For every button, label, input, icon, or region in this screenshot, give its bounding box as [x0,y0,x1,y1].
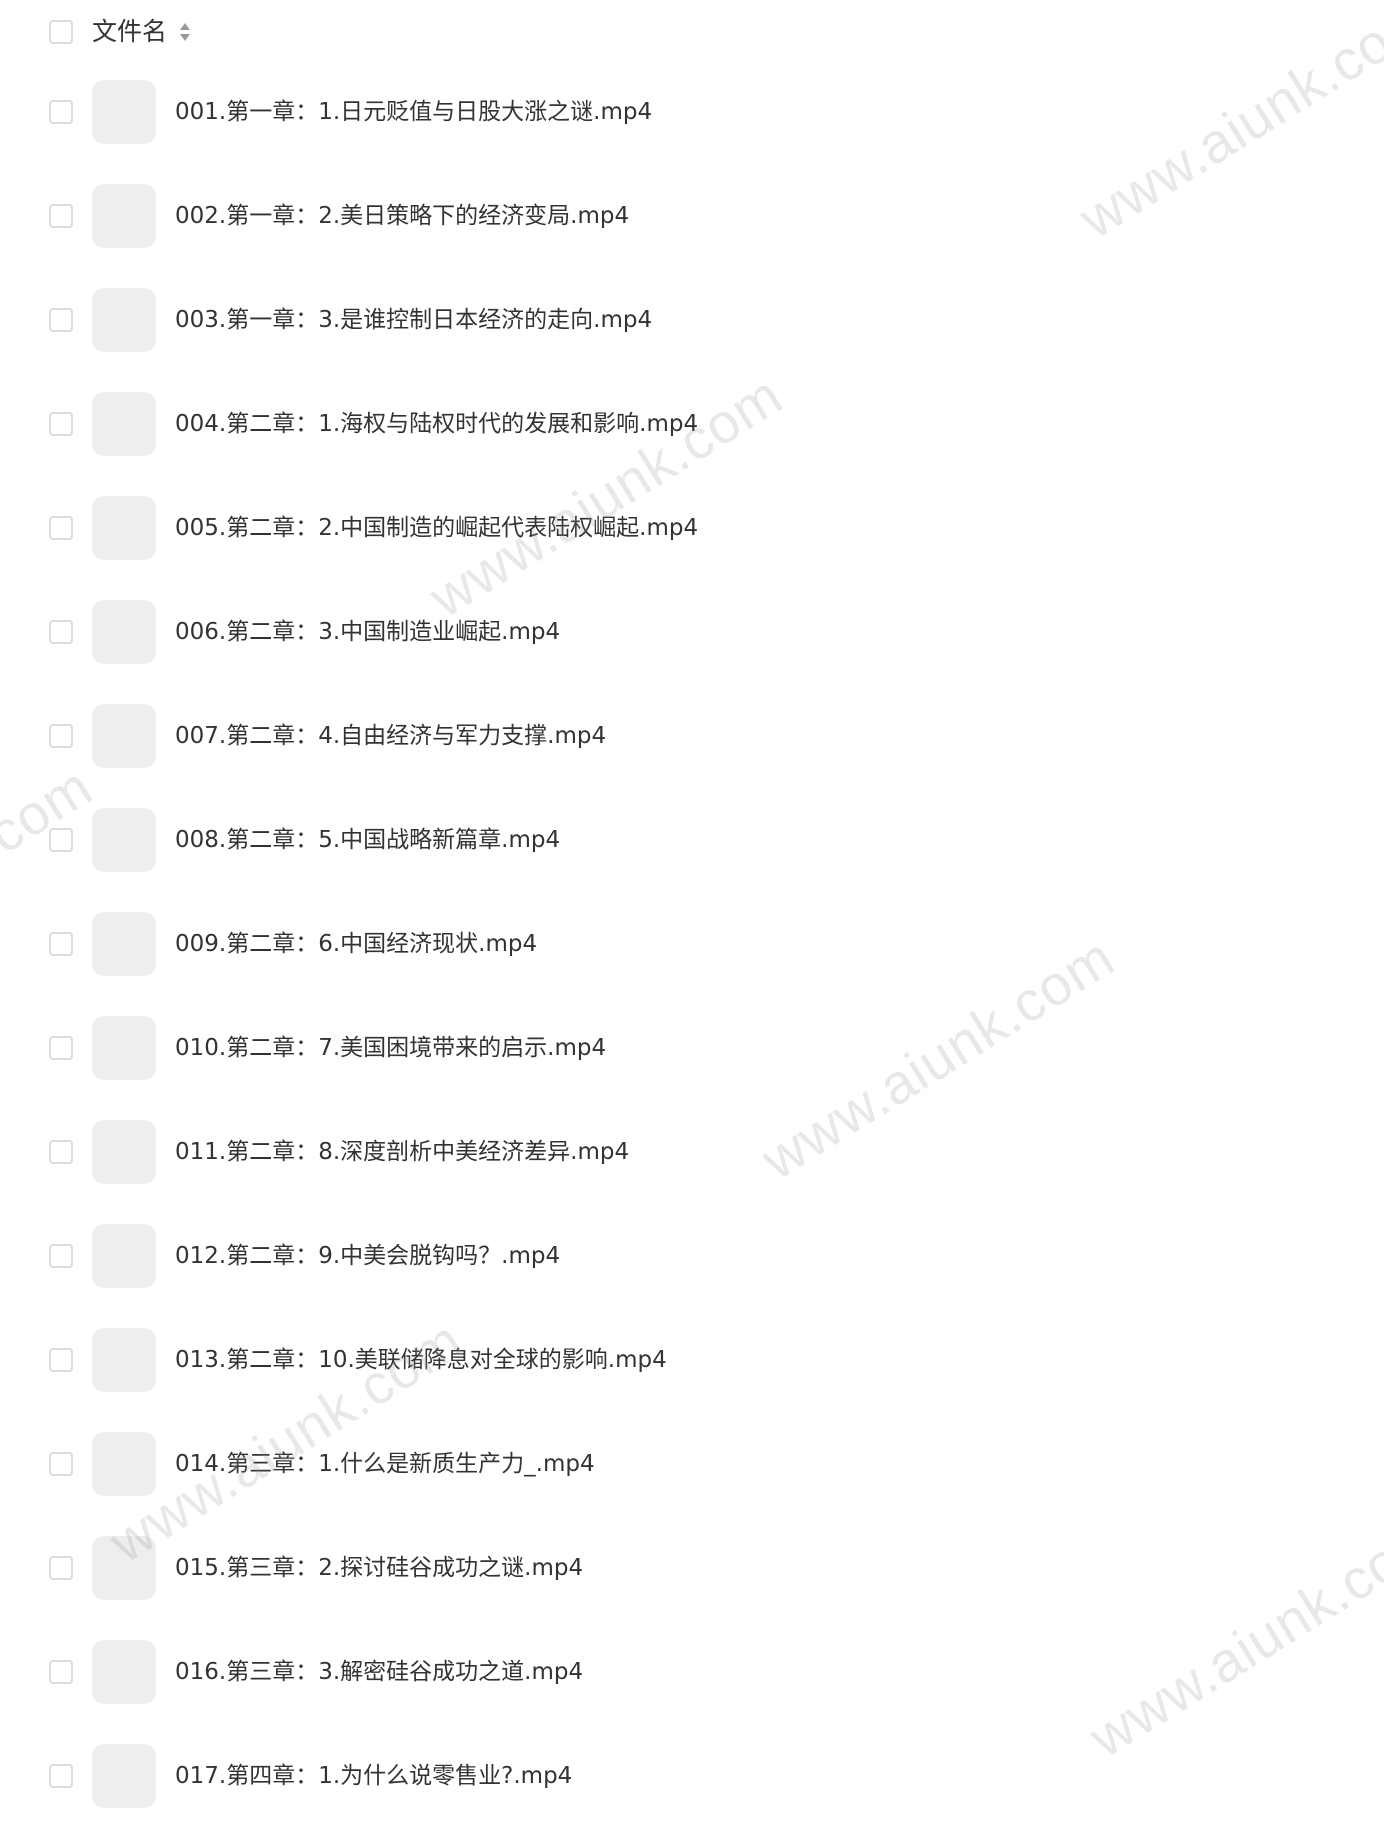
file-thumbnail[interactable] [92,1432,156,1496]
file-row-checkbox[interactable] [49,1244,73,1268]
file-row-checkbox[interactable] [49,308,73,332]
file-row-checkbox[interactable] [49,1764,73,1788]
file-name[interactable]: 007.第二章：4.自由经济与军力支撑.mp4 [175,721,606,751]
file-thumbnail[interactable] [92,808,156,872]
file-name[interactable]: 010.第二章：7.美国困境带来的启示.mp4 [175,1033,606,1063]
file-thumbnail[interactable] [92,184,156,248]
file-name[interactable]: 017.第四章：1.为什么说零售业?.mp4 [175,1761,572,1791]
file-row[interactable]: 001.第一章：1.日元贬值与日股大涨之谜.mp4 [0,60,1384,164]
file-row-checkbox[interactable] [49,1140,73,1164]
file-name[interactable]: 009.第二章：6.中国经济现状.mp4 [175,929,537,959]
file-row[interactable]: 013.第二章：10.美联储降息对全球的影响.mp4 [0,1308,1384,1412]
file-row[interactable]: 016.第三章：3.解密硅谷成功之道.mp4 [0,1620,1384,1724]
file-row[interactable]: 003.第一章：3.是谁控制日本经济的走向.mp4 [0,268,1384,372]
file-name[interactable]: 015.第三章：2.探讨硅谷成功之谜.mp4 [175,1553,583,1583]
file-name[interactable]: 014.第三章：1.什么是新质生产力_.mp4 [175,1449,595,1479]
file-name[interactable]: 016.第三章：3.解密硅谷成功之道.mp4 [175,1657,583,1687]
file-name[interactable]: 008.第二章：5.中国战略新篇章.mp4 [175,825,560,855]
file-row[interactable]: 006.第二章：3.中国制造业崛起.mp4 [0,580,1384,684]
file-row-checkbox[interactable] [49,1660,73,1684]
file-name[interactable]: 003.第一章：3.是谁控制日本经济的走向.mp4 [175,305,652,335]
file-thumbnail[interactable] [92,1744,156,1808]
file-thumbnail[interactable] [92,1016,156,1080]
file-name[interactable]: 006.第二章：3.中国制造业崛起.mp4 [175,617,560,647]
file-row-checkbox[interactable] [49,724,73,748]
file-row[interactable]: 014.第三章：1.什么是新质生产力_.mp4 [0,1412,1384,1516]
file-name[interactable]: 011.第二章：8.深度剖析中美经济差异.mp4 [175,1137,629,1167]
file-row-checkbox[interactable] [49,828,73,852]
file-row[interactable]: 007.第二章：4.自由经济与军力支撑.mp4 [0,684,1384,788]
file-list: 文件名 001.第一章：1.日元贬值与日股大涨之谜.mp4 002.第一章：2.美… [0,0,1384,1808]
file-thumbnail[interactable] [92,1328,156,1392]
file-row-checkbox[interactable] [49,100,73,124]
file-rows: 001.第一章：1.日元贬值与日股大涨之谜.mp4 002.第一章：2.美日策略下… [0,0,1384,1808]
file-row[interactable]: 015.第三章：2.探讨硅谷成功之谜.mp4 [0,1516,1384,1620]
file-row[interactable]: 008.第二章：5.中国战略新篇章.mp4 [0,788,1384,892]
file-name[interactable]: 005.第二章：2.中国制造的崛起代表陆权崛起.mp4 [175,513,698,543]
file-name[interactable]: 001.第一章：1.日元贬值与日股大涨之谜.mp4 [175,97,652,127]
file-thumbnail[interactable] [92,600,156,664]
file-thumbnail[interactable] [92,288,156,352]
file-row-checkbox[interactable] [49,932,73,956]
file-row[interactable]: 012.第二章：9.中美会脱钩吗？.mp4 [0,1204,1384,1308]
file-thumbnail[interactable] [92,1224,156,1288]
file-row[interactable]: 017.第四章：1.为什么说零售业?.mp4 [0,1724,1384,1828]
file-row[interactable]: 009.第二章：6.中国经济现状.mp4 [0,892,1384,996]
file-name[interactable]: 012.第二章：9.中美会脱钩吗？.mp4 [175,1241,560,1271]
file-row-checkbox[interactable] [49,1348,73,1372]
file-thumbnail[interactable] [92,80,156,144]
file-thumbnail[interactable] [92,392,156,456]
file-row-checkbox[interactable] [49,1036,73,1060]
file-row[interactable]: 002.第一章：2.美日策略下的经济变局.mp4 [0,164,1384,268]
file-row[interactable]: 011.第二章：8.深度剖析中美经济差异.mp4 [0,1100,1384,1204]
file-thumbnail[interactable] [92,1640,156,1704]
file-row[interactable]: 005.第二章：2.中国制造的崛起代表陆权崛起.mp4 [0,476,1384,580]
file-name[interactable]: 004.第二章：1.海权与陆权时代的发展和影响.mp4 [175,409,698,439]
file-row-checkbox[interactable] [49,412,73,436]
file-row-checkbox[interactable] [49,620,73,644]
file-thumbnail[interactable] [92,704,156,768]
file-name[interactable]: 002.第一章：2.美日策略下的经济变局.mp4 [175,201,629,231]
file-thumbnail[interactable] [92,1120,156,1184]
file-row[interactable]: 010.第二章：7.美国困境带来的启示.mp4 [0,996,1384,1100]
file-row-checkbox[interactable] [49,1556,73,1580]
file-row-checkbox[interactable] [49,204,73,228]
file-row[interactable]: 004.第二章：1.海权与陆权时代的发展和影响.mp4 [0,372,1384,476]
file-thumbnail[interactable] [92,496,156,560]
file-name[interactable]: 013.第二章：10.美联储降息对全球的影响.mp4 [175,1345,667,1375]
file-thumbnail[interactable] [92,1536,156,1600]
file-row-checkbox[interactable] [49,516,73,540]
file-row-checkbox[interactable] [49,1452,73,1476]
file-thumbnail[interactable] [92,912,156,976]
